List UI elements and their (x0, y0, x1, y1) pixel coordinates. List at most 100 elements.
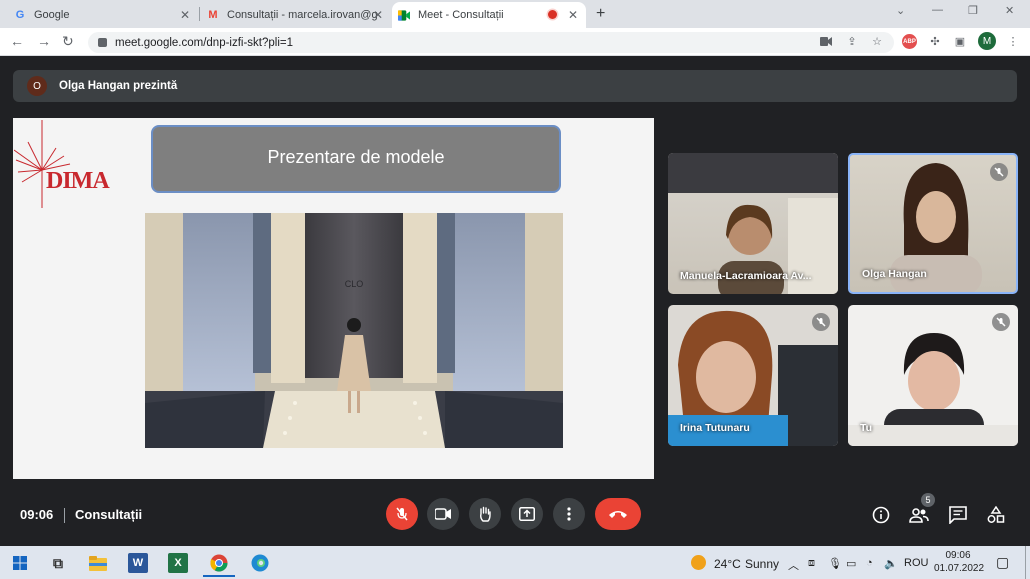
url-text: meet.google.com/dnp-izfi-skt?pli=1 (115, 36, 294, 49)
participant-name: Tu (860, 422, 873, 434)
stage-logo: CLO (345, 279, 364, 289)
sun-icon (691, 555, 706, 570)
leave-call-button[interactable] (595, 498, 641, 530)
mic-off-icon (992, 313, 1010, 331)
restore-icon[interactable]: ❐ (968, 4, 978, 17)
present-screen-button[interactable] (511, 498, 543, 530)
recording-icon (548, 10, 557, 19)
activities-icon (987, 506, 1005, 523)
tab-label: Consultații - marcela.irovan@gm (227, 9, 377, 21)
close-tab-icon[interactable]: ✕ (373, 8, 383, 22)
camera-icon[interactable] (819, 34, 833, 48)
profile-avatar[interactable]: M (978, 32, 996, 50)
excel-icon[interactable]: X (168, 553, 188, 573)
bookmark-star-icon[interactable]: ☆ (870, 34, 884, 48)
forward-icon[interactable]: → (37, 33, 51, 49)
gmail-icon: M (208, 9, 218, 21)
wifi-icon[interactable]: ◔ (866, 557, 873, 569)
close-tab-icon[interactable]: ✕ (180, 8, 190, 22)
adblock-icon[interactable]: ABP (902, 34, 917, 49)
chrome-icon[interactable] (209, 553, 229, 573)
meeting-time: 09:06 (20, 507, 54, 522)
dima-logo-text: DIMA (46, 168, 110, 194)
meeting-details-button[interactable] (870, 504, 892, 526)
tab-search-icon[interactable]: ⌄ (896, 4, 905, 17)
battery-icon[interactable]: ▭ (846, 557, 856, 570)
meet-tray-icon[interactable]: ⧈ (808, 557, 815, 570)
windows-start-icon[interactable] (10, 553, 30, 573)
system-clock[interactable]: 09:06 01.07.2022 (934, 549, 985, 575)
participant-tile-self[interactable]: Tu (848, 305, 1018, 446)
video-camera-icon (435, 508, 451, 520)
show-desktop-button[interactable] (1025, 546, 1026, 579)
mic-off-icon (812, 313, 830, 331)
dima-logo (14, 120, 71, 208)
menu-icon[interactable]: ⋮ (1006, 34, 1020, 48)
participant-name: Manuela-Lacramioara Av... (680, 270, 812, 282)
active-app-indicator (203, 575, 235, 577)
mic-toggle-button[interactable] (386, 498, 418, 530)
chat-icon (949, 506, 967, 524)
participant-name: Olga Hangan (862, 268, 927, 280)
notification-icon[interactable]: ▢ (996, 554, 1009, 571)
meeting-name: Consultații (75, 507, 143, 522)
tab-meet[interactable]: Meet - Consultații ✕ (392, 2, 586, 28)
extensions-icon[interactable]: ✣ (928, 34, 942, 48)
close-window-icon[interactable]: ✕ (1005, 4, 1014, 17)
present-icon (519, 507, 535, 521)
clock-time: 09:06 (945, 550, 971, 561)
participant-tile-active[interactable]: Olga Hangan (848, 153, 1018, 294)
presenting-banner: O Olga Hangan prezintă (13, 70, 1017, 102)
lock-icon (98, 38, 107, 47)
close-tab-icon[interactable]: ✕ (568, 8, 578, 22)
tab-gmail[interactable]: M Consultații - marcela.irovan@gm ✕ (201, 2, 391, 28)
chat-button[interactable] (947, 504, 969, 526)
mic-off-icon (990, 163, 1008, 181)
activities-button[interactable] (985, 504, 1007, 526)
file-explorer-icon[interactable] (88, 553, 108, 573)
info-icon (872, 506, 890, 524)
weather-text[interactable]: Sunny (745, 557, 779, 571)
people-button[interactable] (908, 504, 930, 526)
microphone-icon[interactable]: 🎙 (828, 557, 842, 570)
minimize-icon[interactable]: — (932, 4, 943, 16)
raise-hand-button[interactable] (469, 498, 501, 530)
tab-label: Google (34, 9, 70, 21)
presenter-avatar: O (27, 76, 47, 96)
back-icon[interactable]: ← (10, 33, 24, 49)
omnibox[interactable]: meet.google.com/dnp-izfi-skt?pli=1 (88, 32, 894, 53)
task-view-icon[interactable]: ⧉ (48, 553, 68, 573)
camera-toggle-button[interactable] (427, 498, 459, 530)
side-panel-icon[interactable]: ▣ (953, 34, 967, 48)
language-indicator[interactable]: ROU (904, 557, 928, 569)
google-icon: G (15, 9, 25, 21)
windows-taskbar (0, 546, 1030, 579)
tab-google[interactable]: G Google ✕ (8, 2, 198, 28)
share-icon[interactable]: ⇪ (845, 34, 859, 48)
edge-icon[interactable] (250, 553, 270, 573)
tray-chevron-icon[interactable]: ︿ (788, 557, 799, 573)
more-vert-icon (567, 507, 571, 521)
meet-icon (398, 9, 410, 21)
volume-icon[interactable]: 🔈 (884, 557, 898, 570)
hand-icon (480, 506, 491, 522)
runway-image: CLO (145, 213, 563, 448)
new-tab-button[interactable]: + (596, 5, 605, 23)
people-count-badge: 5 (921, 493, 935, 507)
weather-temp[interactable]: 24°C (714, 557, 741, 571)
reload-icon[interactable]: ↻ (62, 33, 74, 50)
mic-off-icon (396, 507, 408, 521)
more-options-button[interactable] (553, 498, 585, 530)
clock-date: 01.07.2022 (934, 563, 985, 574)
end-call-icon (609, 511, 627, 518)
participant-tile[interactable]: Manuela-Lacramioara Av... (668, 153, 838, 294)
presenting-text: Olga Hangan prezintă (59, 80, 178, 92)
participant-tile[interactable]: Irina Tutunaru (668, 305, 838, 446)
tab-divider (199, 7, 200, 21)
slide-title: Prezentare de modele (151, 125, 561, 193)
people-icon (909, 508, 929, 523)
word-icon[interactable]: W (128, 553, 148, 573)
participant-name: Irina Tutunaru (680, 422, 750, 434)
divider (64, 508, 65, 523)
tab-label: Meet - Consultații (418, 9, 504, 21)
